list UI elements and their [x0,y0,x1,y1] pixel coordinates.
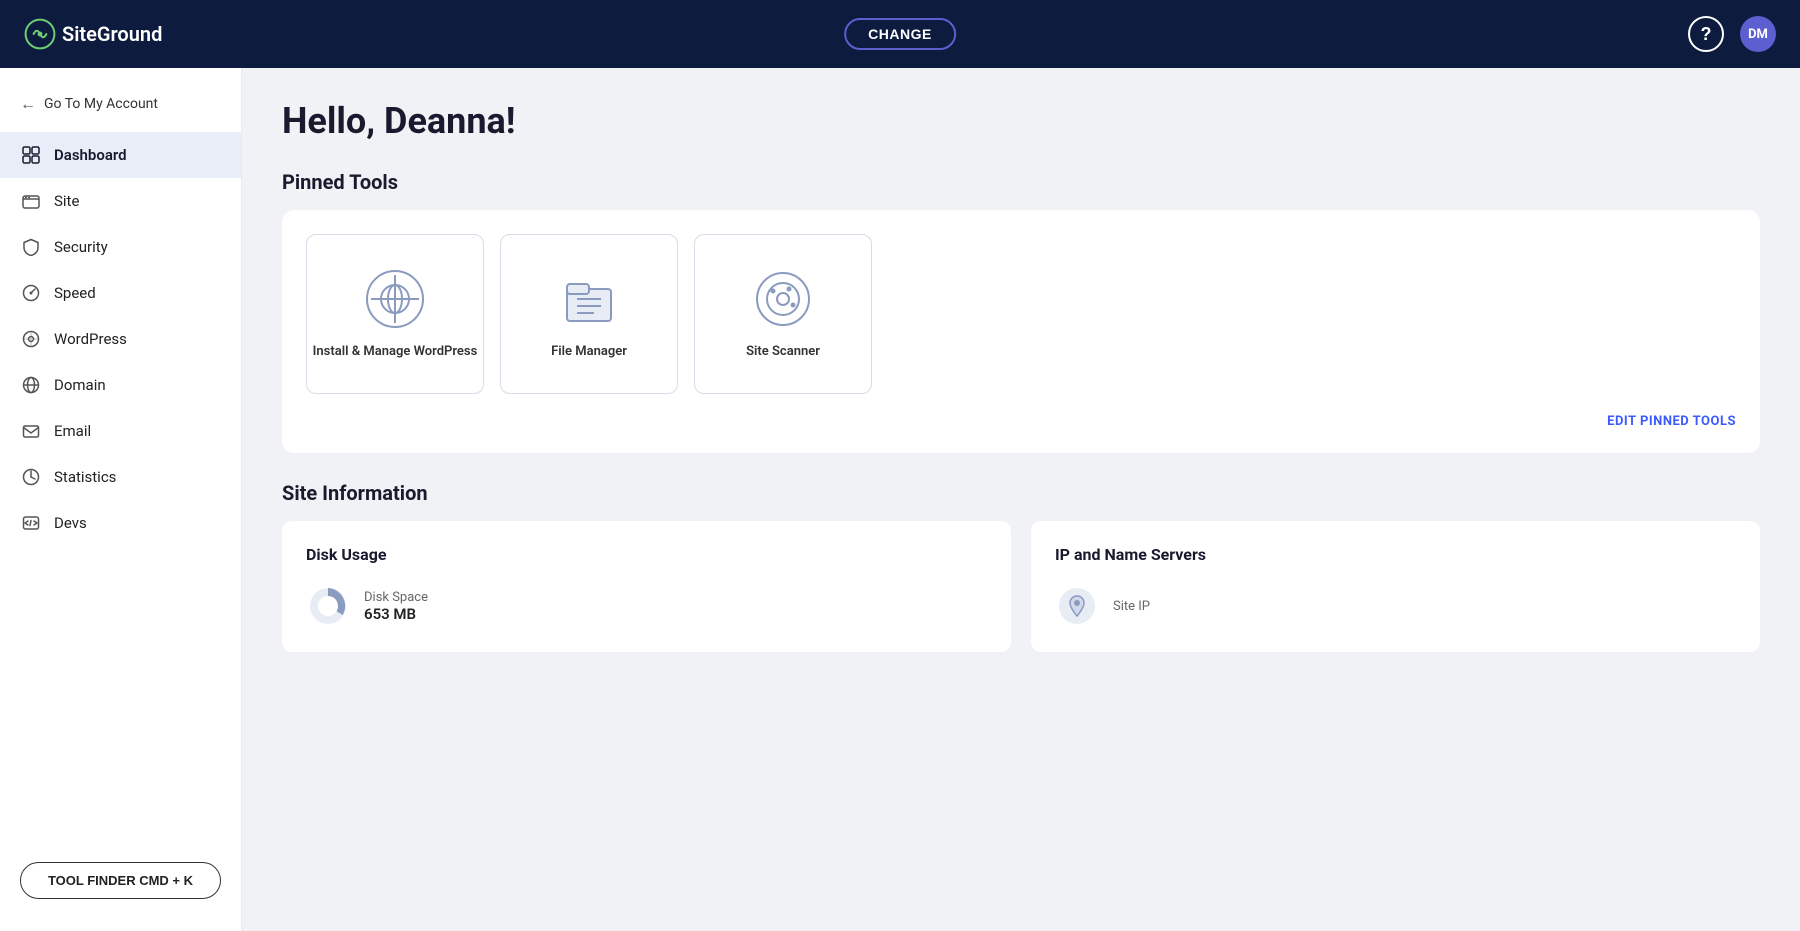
disk-space-chart-icon [306,584,350,628]
main-layout: ← Go To My Account Dashboard Site Securi… [0,68,1800,931]
sidebar-item-dashboard-label: Dashboard [54,146,127,164]
avatar[interactable]: DM [1740,16,1776,52]
pinned-tools-card: Install & Manage WordPress [282,210,1760,453]
sidebar-item-wordpress-label: WordPress [54,330,127,348]
grid-icon [20,144,42,166]
sidebar-item-dashboard[interactable]: Dashboard [0,132,241,178]
disk-space-label: Disk Space [364,590,428,605]
wordpress-icon [20,328,42,350]
sidebar-item-security-label: Security [54,238,108,256]
sidebar-item-devs-label: Devs [54,514,87,532]
site-icon [20,190,42,212]
siteground-logo-icon [24,18,56,50]
domain-icon [20,374,42,396]
security-icon [20,236,42,258]
site-information-section: Site Information Disk Usage [282,481,1760,652]
sidebar-item-speed-label: Speed [54,284,96,302]
back-to-account-link[interactable]: ← Go To My Account [0,84,241,124]
pinned-tools-title: Pinned Tools [282,170,1760,194]
ip-name-servers-card: IP and Name Servers Site IP [1031,521,1760,652]
sidebar-item-site[interactable]: Site [0,178,241,224]
logo: SiteGround [24,18,162,50]
help-button[interactable]: ? [1688,16,1724,52]
file-manager-tool-icon [557,267,621,331]
sidebar-item-statistics[interactable]: Statistics [0,454,241,500]
sidebar-item-site-label: Site [54,192,79,210]
edit-pinned-tools-container: EDIT PINNED TOOLS [306,414,1736,429]
sidebar: ← Go To My Account Dashboard Site Securi… [0,68,242,931]
email-icon [20,420,42,442]
edit-pinned-tools-link[interactable]: EDIT PINNED TOOLS [1607,414,1736,429]
tool-card-site-scanner-label: Site Scanner [746,343,820,361]
disk-space-info: Disk Space 653 MB [364,590,428,623]
back-link-label: Go To My Account [44,96,158,112]
disk-space-row: Disk Space 653 MB [306,584,987,628]
sidebar-item-email-label: Email [54,422,91,440]
main-content: Hello, Deanna! Pinned Tools [242,68,1800,931]
site-info-grid: Disk Usage Disk Space 653 [282,521,1760,652]
change-button[interactable]: CHANGE [844,18,956,50]
sidebar-item-domain-label: Domain [54,376,106,394]
disk-space-value: 653 MB [364,605,428,623]
tool-card-site-scanner[interactable]: Site Scanner [694,234,872,394]
sidebar-item-email[interactable]: Email [0,408,241,454]
site-ip-row: Site IP [1055,584,1736,628]
sidebar-item-domain[interactable]: Domain [0,362,241,408]
pinned-tools-section: Pinned Tools [282,170,1760,453]
tool-card-wordpress[interactable]: Install & Manage WordPress [306,234,484,394]
sidebar-item-devs[interactable]: Devs [0,500,241,546]
site-ip-info: Site IP [1113,599,1150,614]
site-info-title: Site Information [282,481,1760,505]
sidebar-item-statistics-label: Statistics [54,468,116,486]
tool-card-file-manager[interactable]: File Manager [500,234,678,394]
sidebar-item-security[interactable]: Security [0,224,241,270]
back-arrow-icon: ← [20,94,36,114]
disk-usage-title: Disk Usage [306,545,987,564]
tool-card-file-manager-label: File Manager [551,343,627,361]
sidebar-item-wordpress[interactable]: WordPress [0,316,241,362]
speed-icon [20,282,42,304]
site-ip-icon-wrap [1055,584,1099,628]
ip-name-servers-title: IP and Name Servers [1055,545,1736,564]
wordpress-tool-icon [363,267,427,331]
statistics-icon [20,466,42,488]
site-ip-label: Site IP [1113,599,1150,614]
header: SiteGround CHANGE ? DM [0,0,1800,68]
tool-finder-button[interactable]: TOOL FINDER CMD + K [20,862,221,899]
tool-card-wordpress-label: Install & Manage WordPress [313,343,478,361]
devs-icon [20,512,42,534]
location-pin-icon [1057,586,1097,626]
disk-usage-card: Disk Usage Disk Space 653 [282,521,1011,652]
page-title: Hello, Deanna! [282,100,1760,142]
header-right: ? DM [1688,16,1776,52]
site-scanner-tool-icon [751,267,815,331]
logo-text: SiteGround [62,22,162,46]
disk-space-icon-wrap [306,584,350,628]
pinned-tools-grid: Install & Manage WordPress [306,234,1736,394]
sidebar-item-speed[interactable]: Speed [0,270,241,316]
